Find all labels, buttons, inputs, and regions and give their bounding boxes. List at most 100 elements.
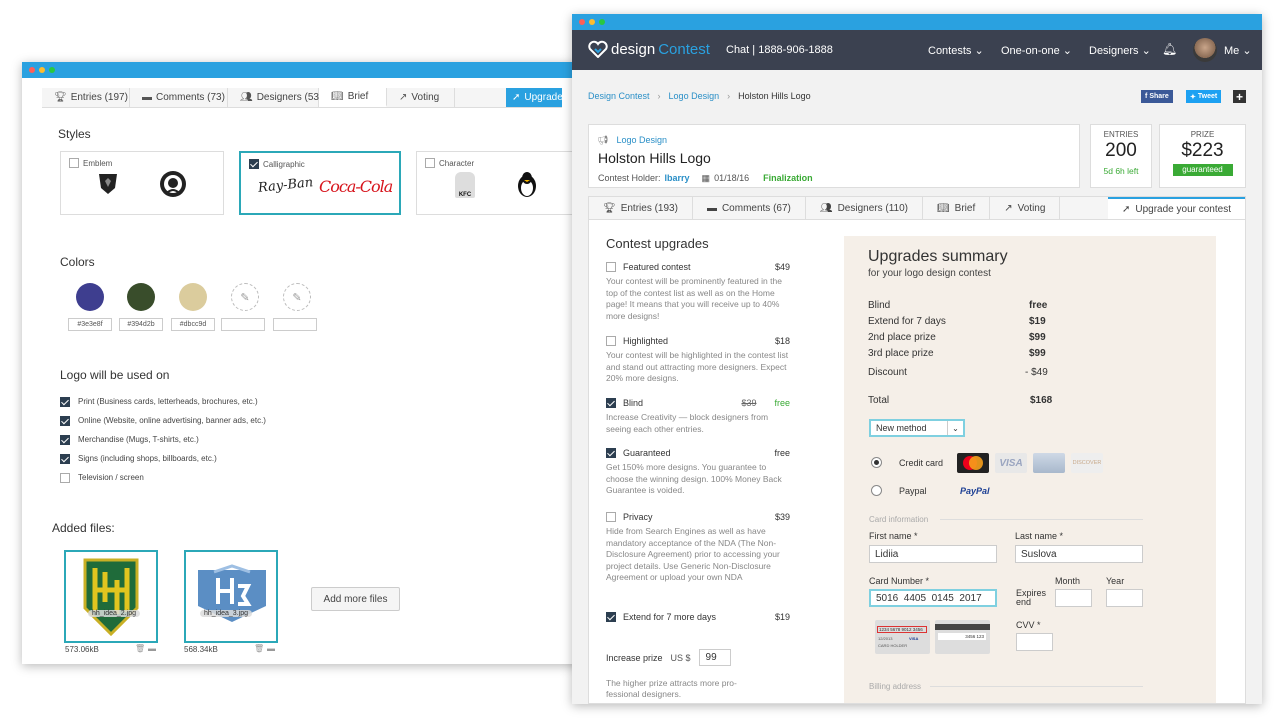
nav-user-menu[interactable]: Me ⌄ — [1224, 44, 1252, 57]
cvv-label: CVV * — [1016, 620, 1041, 630]
colors-title: Colors — [60, 255, 95, 269]
top-navbar: design Contest Chat | 1888-906-1888 Conte… — [572, 30, 1262, 70]
expiry-year-field[interactable] — [1106, 589, 1143, 607]
upgrade-checkbox[interactable] — [606, 448, 616, 458]
add-color-button[interactable]: ✎ — [231, 283, 259, 311]
paypal-logo: PayPal — [960, 486, 990, 496]
contest-holder-link[interactable]: lbarry — [665, 173, 690, 184]
tab-comments[interactable]: ▬ Comments (67) — [693, 197, 806, 219]
summary-row: 3rd place prize $99 — [868, 348, 1046, 359]
style-checkbox[interactable] — [69, 158, 79, 168]
usage-item[interactable]: Merchandise (Mugs, T-shirts, etc.) — [60, 430, 266, 449]
comment-icon[interactable]: ▬ — [267, 644, 275, 653]
minimize-dot[interactable] — [39, 67, 45, 73]
expiry-month-field[interactable] — [1055, 589, 1092, 607]
usage-item[interactable]: Online (Website, online advertising, ban… — [60, 411, 266, 430]
color-hex-empty[interactable] — [273, 318, 317, 331]
upgrade-blind[interactable]: Blind $39 free Increase Creativity — block… — [606, 398, 790, 435]
paypal-radio[interactable] — [871, 485, 882, 496]
color-swatch[interactable] — [179, 283, 207, 311]
nav-one-on-one[interactable]: One-on-one ⌄ — [1001, 44, 1072, 57]
eyedropper-icon: ✎ — [240, 291, 250, 304]
contest-stage: Finalization — [763, 173, 813, 183]
close-dot[interactable] — [29, 67, 35, 73]
upgrade-featured[interactable]: Featured contest $49 Your contest will be… — [606, 262, 790, 322]
credit-card-radio[interactable] — [871, 457, 882, 468]
nav-designers[interactable]: Designers ⌄ — [1089, 44, 1151, 57]
upgrade-extend[interactable]: Extend for 7 more days $19 — [606, 612, 790, 622]
tab-upgrade[interactable]: ➚ Upgrade your contest — [1107, 197, 1245, 219]
facebook-share-button[interactable]: f Share — [1141, 90, 1173, 103]
tab-voting[interactable]: ↗ Voting — [990, 197, 1061, 219]
chat-phone[interactable]: Chat | 1888-906-1888 — [726, 44, 833, 56]
color-swatch[interactable] — [76, 283, 104, 311]
increase-prize-input[interactable]: 99 — [698, 649, 731, 666]
upgrade-checkbox[interactable] — [606, 336, 616, 346]
close-dot[interactable] — [579, 19, 585, 25]
minimize-dot[interactable] — [589, 19, 595, 25]
breadcrumb-link[interactable]: Logo Design — [669, 91, 720, 101]
tab-voting[interactable]: ↗ Voting — [387, 88, 455, 107]
color-hex-empty[interactable] — [221, 318, 265, 331]
cvv-field[interactable] — [1016, 633, 1053, 651]
tab-entries[interactable]: 🏆︎ Entries (197) — [42, 88, 130, 107]
summary-subtitle: for your logo design contest — [868, 268, 991, 279]
style-emblem[interactable]: Emblem — [60, 151, 224, 215]
style-calligraphic[interactable]: Calligraphic Ray-Ban Coca-Cola — [239, 151, 401, 215]
upgrades-title: Contest upgrades — [606, 236, 709, 251]
tab-brief[interactable]: 📖︎ Brief — [319, 88, 387, 107]
contest-category[interactable]: 📢︎ Logo Design — [597, 135, 667, 146]
comment-icon[interactable]: ▬ — [148, 644, 156, 653]
file-thumbnail[interactable]: hh_idea_2.jpg — [64, 550, 158, 643]
last-name-field[interactable]: Suslova — [1015, 545, 1143, 563]
usage-item[interactable]: Print (Business cards, letterheads, broc… — [60, 392, 266, 411]
usage-checkbox[interactable] — [60, 434, 70, 445]
payment-method-select[interactable]: New method ⌄ — [869, 419, 965, 437]
upgrade-checkbox[interactable] — [606, 612, 616, 622]
maximize-dot[interactable] — [49, 67, 55, 73]
tab-comments[interactable]: ▬ Comments (73) — [130, 88, 228, 107]
color-swatch[interactable] — [127, 283, 155, 311]
usage-item[interactable]: Signs (including shops, billboards, etc.… — [60, 449, 266, 468]
add-color-button[interactable]: ✎ — [283, 283, 311, 311]
bell-icon[interactable]: 🔔︎ — [1162, 42, 1177, 56]
upgrade-highlighted[interactable]: Highlighted $18 Your contest will be high… — [606, 336, 790, 385]
add-share-button[interactable]: + — [1233, 90, 1246, 104]
tab-brief[interactable]: 📖︎ Brief — [923, 197, 991, 219]
upgrade-checkbox[interactable] — [606, 512, 616, 522]
starbucks-logo — [160, 171, 186, 197]
upgrade-guaranteed[interactable]: Guaranteed free Get 150% more designs. Yo… — [606, 448, 790, 497]
chart-icon: ↗ — [1004, 202, 1013, 214]
designcontest-logo[interactable]: design Contest — [588, 40, 710, 58]
first-name-field[interactable]: Lidiia — [869, 545, 997, 563]
style-checkbox[interactable] — [249, 159, 259, 169]
usage-checkbox[interactable] — [60, 415, 70, 426]
tab-upgrade[interactable]: ➚Upgrade yo — [506, 88, 562, 107]
usage-item[interactable]: Television / screen — [60, 468, 266, 487]
trash-icon[interactable]: 🗑︎ — [254, 644, 264, 653]
tab-designers[interactable]: 👥︎ Designers (110) — [806, 197, 923, 219]
avatar[interactable] — [1193, 38, 1217, 62]
trash-icon[interactable]: 🗑︎ — [135, 644, 145, 653]
add-more-files-button[interactable]: Add more files — [311, 587, 400, 611]
maximize-dot[interactable] — [599, 19, 605, 25]
nav-contests[interactable]: Contests ⌄ — [928, 44, 984, 57]
usage-checkbox[interactable] — [60, 396, 70, 407]
upgrade-checkbox[interactable] — [606, 262, 616, 272]
card-number-field[interactable]: 5016 4405 0145 2017 — [869, 589, 997, 607]
twitter-tweet-button[interactable]: ✦ Tweet — [1186, 90, 1222, 103]
file-thumbnail[interactable]: hh_idea_3.jpg — [184, 550, 278, 643]
style-character[interactable]: Character KFC — [416, 151, 582, 215]
increase-prize-note: The higher prize attracts more pro-fessi… — [606, 678, 737, 699]
tab-designers[interactable]: 👥︎ Designers (53) — [228, 88, 322, 107]
color-hex: #394d2b — [119, 318, 163, 331]
upgrade-checkbox[interactable] — [606, 398, 616, 408]
breadcrumb-link[interactable]: Design Contest — [588, 91, 650, 101]
usage-checkbox[interactable] — [60, 453, 70, 464]
upgrade-privacy[interactable]: Privacy $39 Hide from Search Engines as w… — [606, 512, 790, 584]
tab-entries[interactable]: 🏆︎ Entries (193) — [589, 197, 693, 219]
chevron-down-icon: ⌄ — [1062, 45, 1072, 57]
usage-checkbox[interactable] — [60, 472, 70, 483]
style-checkbox[interactable] — [425, 158, 435, 168]
contest-title: Holston Hills Logo — [598, 150, 711, 166]
